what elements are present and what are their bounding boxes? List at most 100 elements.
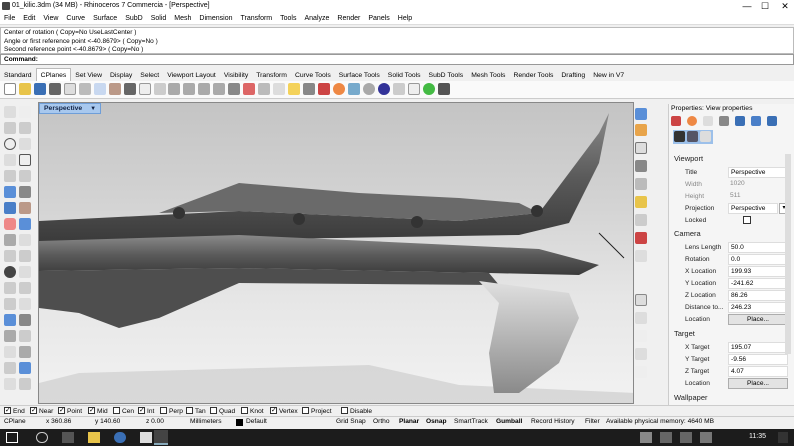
- place-target-button[interactable]: Place...: [728, 378, 788, 389]
- checkbox-icon[interactable]: [210, 407, 217, 414]
- locked-checkbox[interactable]: [743, 216, 751, 224]
- lock-icon[interactable]: [303, 83, 316, 95]
- raytraced-icon[interactable]: [392, 83, 405, 95]
- zoom-selected-icon[interactable]: [213, 83, 226, 95]
- join-icon[interactable]: [4, 298, 16, 310]
- x-location-field[interactable]: 199.93: [728, 266, 788, 277]
- menu-solid[interactable]: Solid: [147, 12, 171, 25]
- camera-props-icon[interactable]: [674, 131, 685, 142]
- command-line[interactable]: Command:: [0, 54, 794, 65]
- flow-icon[interactable]: [19, 378, 31, 390]
- material-icon[interactable]: [687, 116, 697, 126]
- layer-color-swatch[interactable]: [236, 419, 243, 426]
- select-arrow-icon[interactable]: [4, 106, 16, 118]
- checkbox-icon[interactable]: [138, 406, 145, 414]
- chevron-down-icon[interactable]: ▼: [90, 104, 96, 114]
- arc-icon[interactable]: [19, 138, 31, 150]
- checkbox-icon[interactable]: [186, 407, 193, 414]
- loft-icon[interactable]: [4, 234, 16, 246]
- zoom-extents-icon[interactable]: [198, 83, 211, 95]
- view-perspective-icon[interactable]: [635, 160, 647, 172]
- maximize-button[interactable]: ☐: [756, 0, 774, 12]
- rectangle-icon[interactable]: [19, 154, 31, 166]
- layers-icon[interactable]: [735, 116, 745, 126]
- render-props-icon[interactable]: [687, 131, 698, 142]
- cplane-icon[interactable]: [273, 83, 286, 95]
- split-icon[interactable]: [19, 266, 31, 278]
- osnap-toggle[interactable]: Osnap: [426, 418, 447, 425]
- polygon-icon[interactable]: [4, 170, 16, 182]
- checkbox-icon[interactable]: [241, 407, 248, 414]
- menu-transform[interactable]: Transform: [237, 12, 277, 25]
- text-icon[interactable]: [19, 330, 31, 342]
- brush-icon[interactable]: [703, 116, 713, 126]
- menu-render[interactable]: Render: [333, 12, 364, 25]
- menu-file[interactable]: File: [0, 12, 19, 25]
- ortho-toggle[interactable]: Ortho: [373, 418, 390, 425]
- volume-icon[interactable]: [680, 432, 692, 443]
- view-top-icon[interactable]: [635, 108, 647, 120]
- trim-icon[interactable]: [19, 250, 31, 262]
- grasshopper-icon[interactable]: [422, 83, 435, 95]
- place-camera-button[interactable]: Place...: [728, 314, 788, 325]
- polyline-edit-icon[interactable]: [635, 312, 647, 324]
- cut-icon[interactable]: [78, 83, 91, 95]
- array-icon[interactable]: [4, 314, 16, 326]
- search-icon[interactable]: [36, 432, 48, 443]
- menu-tools[interactable]: Tools: [276, 12, 300, 25]
- planar-toggle[interactable]: Planar: [399, 418, 419, 425]
- system-tray-icon[interactable]: [640, 432, 652, 443]
- distance-field[interactable]: 246.23: [728, 302, 788, 313]
- osnap-end[interactable]: End: [4, 406, 25, 415]
- fillet-icon[interactable]: [19, 234, 31, 246]
- print-icon[interactable]: [48, 83, 61, 95]
- viewport-tab[interactable]: Perspective ▼: [39, 103, 102, 114]
- checkbox-icon[interactable]: [30, 406, 37, 414]
- rotation-field[interactable]: 0.0: [728, 254, 788, 265]
- rotate-icon[interactable]: [4, 282, 16, 294]
- subd-icon[interactable]: [19, 218, 31, 230]
- menu-mesh[interactable]: Mesh: [170, 12, 195, 25]
- title-field[interactable]: Perspective: [728, 167, 788, 178]
- options-icon[interactable]: [407, 83, 420, 95]
- perspective-viewport[interactable]: Perspective ▼: [38, 102, 634, 404]
- command-history[interactable]: Center of rotation ( Copy=No UseLastCent…: [0, 27, 794, 54]
- dimension-icon[interactable]: [4, 330, 16, 342]
- checkbox-icon[interactable]: [113, 407, 120, 414]
- file-explorer-icon[interactable]: [88, 432, 100, 443]
- rhino-taskbar-icon[interactable]: [154, 430, 168, 445]
- color-icon[interactable]: [332, 83, 345, 95]
- checkbox-icon[interactable]: [58, 406, 65, 414]
- cplane-label[interactable]: CPlane: [4, 418, 26, 425]
- offset-icon[interactable]: [4, 250, 16, 262]
- cage-icon[interactable]: [4, 378, 16, 390]
- y-target-field[interactable]: -9.56: [728, 354, 788, 365]
- new-file-icon[interactable]: [4, 83, 16, 95]
- units-label[interactable]: Millimeters: [190, 418, 222, 425]
- record-history-toggle[interactable]: Record History: [531, 418, 575, 425]
- clipping-plane-icon[interactable]: [635, 214, 647, 226]
- menu-dimension[interactable]: Dimension: [195, 12, 236, 25]
- open-folder-icon[interactable]: [18, 83, 31, 95]
- edit-points-icon[interactable]: [635, 294, 647, 306]
- checkbox-icon[interactable]: [270, 406, 277, 414]
- osnap-tan[interactable]: Tan: [186, 407, 206, 415]
- z-target-field[interactable]: 4.07: [728, 366, 788, 377]
- curve-icon[interactable]: [19, 122, 31, 134]
- view-front-icon[interactable]: [635, 124, 647, 136]
- copy-icon[interactable]: [93, 83, 106, 95]
- network-icon[interactable]: [660, 432, 672, 443]
- group-icon[interactable]: [19, 314, 31, 326]
- camera-icon[interactable]: [635, 196, 647, 208]
- osnap-int[interactable]: Int: [138, 406, 154, 415]
- polyline-icon[interactable]: [4, 122, 16, 134]
- menu-panels[interactable]: Panels: [364, 12, 393, 25]
- point-icon[interactable]: [19, 106, 31, 118]
- analyze-icon[interactable]: [4, 362, 16, 374]
- mesh-icon[interactable]: [19, 202, 31, 214]
- import-icon[interactable]: [63, 83, 76, 95]
- checkbox-icon[interactable]: [160, 407, 167, 414]
- curve-edit-icon[interactable]: [635, 330, 647, 342]
- keyboard-icon[interactable]: [700, 432, 712, 443]
- osnap-cen[interactable]: Cen: [113, 407, 134, 415]
